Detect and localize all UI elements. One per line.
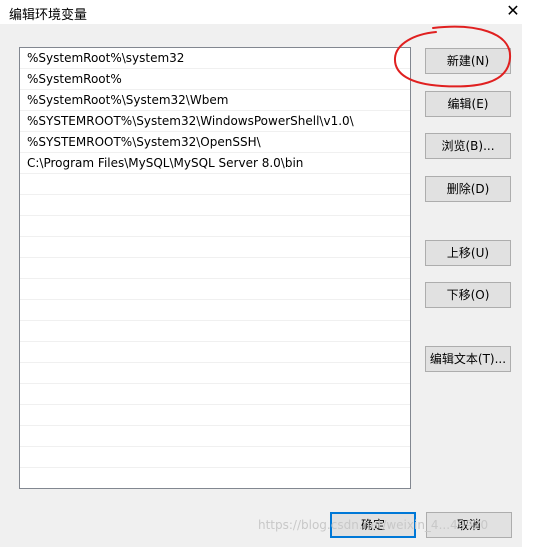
path-list-item[interactable]: %SystemRoot%\System32\Wbem <box>20 90 410 111</box>
path-list-item[interactable] <box>20 195 410 216</box>
path-list-item[interactable] <box>20 237 410 258</box>
path-list[interactable]: %SystemRoot%\system32 %SystemRoot% %System… <box>19 47 411 489</box>
path-list-item[interactable] <box>20 384 410 405</box>
path-list-item[interactable] <box>20 447 410 468</box>
path-list-item[interactable] <box>20 468 410 488</box>
path-list-item[interactable] <box>20 342 410 363</box>
path-list-item[interactable]: %SYSTEMROOT%\System32\WindowsPowerShell\… <box>20 111 410 132</box>
title-bar: 编辑环境变量 ✕ <box>0 0 537 24</box>
watermark: https://blog.csdn.net/weixin_4...49920 <box>258 518 489 532</box>
path-list-item[interactable] <box>20 258 410 279</box>
path-list-item[interactable]: %SystemRoot% <box>20 69 410 90</box>
close-icon[interactable]: ✕ <box>497 0 529 24</box>
edit-button[interactable]: 编辑(E) <box>425 91 511 117</box>
window-title: 编辑环境变量 <box>9 8 88 23</box>
move-up-button[interactable]: 上移(U) <box>425 240 511 266</box>
window-edge <box>522 24 537 547</box>
path-list-item[interactable]: %SystemRoot%\system32 <box>20 48 410 69</box>
path-list-item[interactable]: %SYSTEMROOT%\System32\OpenSSH\ <box>20 132 410 153</box>
edit-text-button[interactable]: 编辑文本(T)... <box>425 346 511 372</box>
new-button[interactable]: 新建(N) <box>425 48 511 74</box>
path-list-item[interactable] <box>20 321 410 342</box>
path-list-item[interactable] <box>20 216 410 237</box>
path-list-item[interactable] <box>20 405 410 426</box>
move-down-button[interactable]: 下移(O) <box>425 282 511 308</box>
delete-button[interactable]: 删除(D) <box>425 176 511 202</box>
path-list-item[interactable] <box>20 279 410 300</box>
path-list-item[interactable] <box>20 363 410 384</box>
path-list-item[interactable] <box>20 174 410 195</box>
path-list-item[interactable] <box>20 300 410 321</box>
browse-button[interactable]: 浏览(B)... <box>425 133 511 159</box>
path-list-item[interactable] <box>20 426 410 447</box>
path-list-item[interactable]: C:\Program Files\MySQL\MySQL Server 8.0\… <box>20 153 410 174</box>
